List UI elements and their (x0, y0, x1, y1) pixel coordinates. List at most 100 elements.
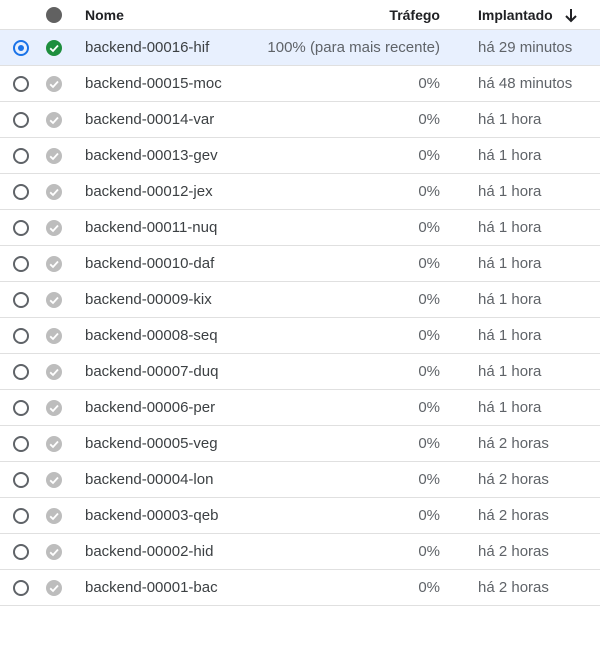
row-select-cell (0, 471, 42, 488)
revision-traffic: 0% (418, 291, 440, 308)
revision-name[interactable]: backend-00002-hid (69, 543, 250, 560)
revision-traffic: 0% (418, 111, 440, 128)
row-select-cell (0, 543, 42, 560)
revision-name[interactable]: backend-00001-bac (69, 579, 250, 596)
table-row[interactable]: backend-00016-hif 100% (para mais recente… (0, 30, 600, 66)
revision-deployed-time: há 1 hora (478, 291, 542, 308)
row-select-cell (0, 111, 42, 128)
row-radio-button[interactable] (13, 255, 29, 272)
row-radio-button[interactable] (13, 507, 29, 524)
check-circle-icon (46, 111, 62, 128)
revision-traffic: 0% (418, 219, 440, 236)
row-radio-button[interactable] (13, 111, 29, 128)
row-radio-button[interactable] (13, 543, 29, 560)
revision-name[interactable]: backend-00014-var (69, 111, 250, 128)
check-circle-icon (46, 291, 62, 308)
revision-name[interactable]: backend-00003-qeb (69, 507, 250, 524)
row-select-cell (0, 219, 42, 236)
revision-deployed-time: há 1 hora (478, 327, 542, 344)
table-row[interactable]: backend-00015-moc 0% há 48 minutos (0, 66, 600, 102)
row-radio-button[interactable] (13, 183, 29, 200)
revision-name[interactable]: backend-00010-daf (69, 255, 250, 272)
row-select-cell (0, 363, 42, 380)
row-select-cell (0, 435, 42, 452)
table-row[interactable]: backend-00007-duq 0% há 1 hora (0, 354, 600, 390)
revision-deployed-time: há 2 horas (478, 435, 549, 452)
revision-traffic: 0% (418, 507, 440, 524)
revision-name[interactable]: backend-00011-nuq (69, 219, 250, 236)
row-radio-button[interactable] (13, 291, 29, 308)
revision-traffic: 0% (418, 183, 440, 200)
row-select-cell (0, 291, 42, 308)
row-select-cell (0, 255, 42, 272)
check-circle-icon (46, 399, 62, 416)
arrow-down-icon[interactable] (563, 7, 579, 23)
revision-traffic: 0% (418, 471, 440, 488)
traffic-column-header[interactable]: Tráfego (250, 7, 440, 23)
revision-deployed-time: há 2 horas (478, 543, 549, 560)
revision-traffic: 0% (418, 75, 440, 92)
revision-deployed-time: há 1 hora (478, 363, 542, 380)
revision-name[interactable]: backend-00013-gev (69, 147, 250, 164)
revision-traffic: 0% (418, 255, 440, 272)
row-select-cell (0, 183, 42, 200)
row-status-cell (42, 399, 69, 416)
row-select-cell (0, 327, 42, 344)
deployed-column-header[interactable]: Implantado (440, 7, 600, 23)
table-row[interactable]: backend-00010-daf 0% há 1 hora (0, 246, 600, 282)
table-row[interactable]: backend-00006-per 0% há 1 hora (0, 390, 600, 426)
row-status-cell (42, 507, 69, 524)
check-circle-icon (46, 435, 62, 452)
table-row[interactable]: backend-00014-var 0% há 1 hora (0, 102, 600, 138)
revision-deployed-time: há 1 hora (478, 219, 542, 236)
row-radio-button[interactable] (13, 471, 29, 488)
row-select-cell (0, 147, 42, 164)
revision-name[interactable]: backend-00005-veg (69, 435, 250, 452)
table-row[interactable]: backend-00002-hid 0% há 2 horas (0, 534, 600, 570)
table-row[interactable]: backend-00012-jex 0% há 1 hora (0, 174, 600, 210)
table-row[interactable]: backend-00008-seq 0% há 1 hora (0, 318, 600, 354)
revision-name[interactable]: backend-00009-kix (69, 291, 250, 308)
table-row[interactable]: backend-00009-kix 0% há 1 hora (0, 282, 600, 318)
row-radio-button[interactable] (13, 327, 29, 344)
table-row[interactable]: backend-00011-nuq 0% há 1 hora (0, 210, 600, 246)
revision-name[interactable]: backend-00015-moc (69, 75, 250, 92)
revision-name[interactable]: backend-00008-seq (69, 327, 250, 344)
status-column-header (42, 6, 69, 23)
revision-traffic: 0% (418, 435, 440, 452)
check-circle-icon (46, 39, 62, 56)
table-row[interactable]: backend-00004-lon 0% há 2 horas (0, 462, 600, 498)
status-dot-icon (46, 6, 62, 23)
row-status-cell (42, 39, 69, 56)
table-row[interactable]: backend-00001-bac 0% há 2 horas (0, 570, 600, 606)
table-row[interactable]: backend-00005-veg 0% há 2 horas (0, 426, 600, 462)
row-radio-button[interactable] (13, 363, 29, 380)
check-circle-icon (46, 327, 62, 344)
row-select-cell (0, 579, 42, 596)
row-radio-button[interactable] (13, 75, 29, 92)
table-row[interactable]: backend-00003-qeb 0% há 2 horas (0, 498, 600, 534)
table-body: backend-00016-hif 100% (para mais recente… (0, 30, 600, 606)
row-radio-button[interactable] (13, 219, 29, 236)
revision-name[interactable]: backend-00004-lon (69, 471, 250, 488)
check-circle-icon (46, 363, 62, 380)
row-radio-button[interactable] (13, 399, 29, 416)
row-status-cell (42, 111, 69, 128)
revision-name[interactable]: backend-00006-per (69, 399, 250, 416)
name-column-header[interactable]: Nome (69, 7, 250, 23)
row-radio-button[interactable] (13, 147, 29, 164)
row-status-cell (42, 75, 69, 92)
row-status-cell (42, 183, 69, 200)
revision-name[interactable]: backend-00012-jex (69, 183, 250, 200)
row-status-cell (42, 471, 69, 488)
row-radio-button[interactable] (13, 39, 29, 56)
check-circle-icon (46, 219, 62, 236)
table-row[interactable]: backend-00013-gev 0% há 1 hora (0, 138, 600, 174)
deployed-column-label: Implantado (478, 6, 553, 23)
row-radio-button[interactable] (13, 435, 29, 452)
row-radio-button[interactable] (13, 579, 29, 596)
revision-name[interactable]: backend-00016-hif (69, 39, 250, 56)
revision-name[interactable]: backend-00007-duq (69, 363, 250, 380)
revision-traffic: 0% (418, 327, 440, 344)
revision-deployed-time: há 1 hora (478, 111, 542, 128)
